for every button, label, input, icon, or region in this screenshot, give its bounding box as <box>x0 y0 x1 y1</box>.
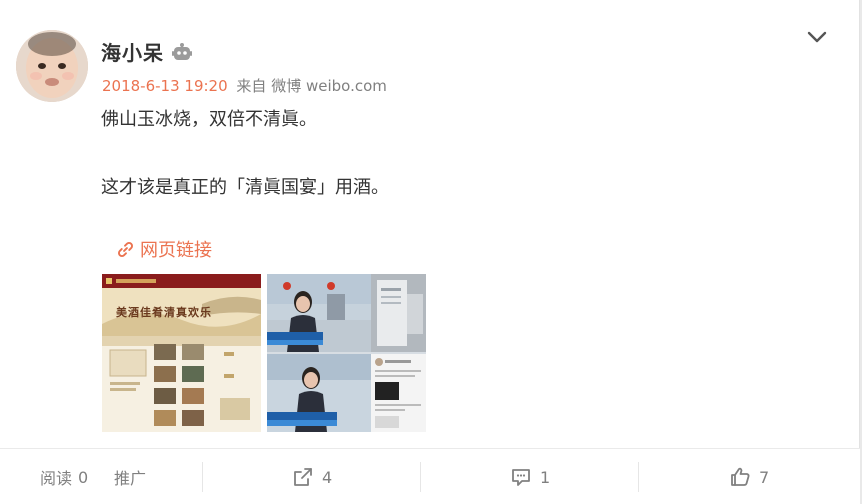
news-collage-image <box>267 274 426 432</box>
username[interactable]: 海小呆 <box>101 37 164 66</box>
source-prefix: 来自 <box>236 77 267 95</box>
share-icon <box>294 468 312 486</box>
avatar-image <box>16 30 88 102</box>
like-count: 7 <box>759 467 770 487</box>
weblink-label: 网页链接 <box>140 240 212 261</box>
chevron-down-icon[interactable] <box>806 28 828 46</box>
divider <box>420 462 421 492</box>
weibo-post-card: 海小呆 2018-6-13 19:20 来自 微博 weibo.com 佛山玉冰… <box>0 0 860 504</box>
promote-button[interactable]: 推广 <box>114 449 146 504</box>
forward-count: 4 <box>322 467 333 487</box>
weblink[interactable]: 网页链接 <box>117 236 212 262</box>
link-icon <box>118 241 133 257</box>
read-label: 阅读 <box>40 469 73 488</box>
divider <box>638 462 639 492</box>
post-meta: 2018-6-13 19:20 来自 微博 weibo.com <box>102 75 387 96</box>
post-text-line-2: 这才该是真正的「清眞国宴」用酒。 <box>101 177 389 198</box>
website-banner-text: 美酒佳肴清真欢乐 <box>116 306 212 319</box>
post-text-line-1: 佛山玉冰烧，双倍不清眞。 <box>101 109 317 130</box>
comment-icon <box>512 469 530 486</box>
comment-button[interactable]: 1 <box>510 449 550 504</box>
comment-count: 1 <box>540 467 551 487</box>
post-image-1[interactable]: 美酒佳肴清真欢乐 <box>102 274 261 432</box>
website-screenshot-image <box>102 274 261 432</box>
thumbs-up-icon <box>731 467 750 486</box>
post-timestamp[interactable]: 2018-6-13 19:20 <box>102 77 228 95</box>
promote-label: 推广 <box>114 469 147 488</box>
robot-badge-icon[interactable] <box>171 41 193 63</box>
post-image-2[interactable] <box>267 274 426 432</box>
like-button[interactable]: 7 <box>729 449 769 504</box>
post-action-bar: 阅读 0 推广 4 1 7 <box>0 448 860 504</box>
post-source[interactable]: 微博 weibo.com <box>271 77 387 95</box>
avatar[interactable] <box>16 30 88 102</box>
read-count-value: 0 <box>78 467 89 487</box>
read-count: 阅读 0 <box>40 449 88 504</box>
forward-button[interactable]: 4 <box>292 449 332 504</box>
divider <box>202 462 203 492</box>
